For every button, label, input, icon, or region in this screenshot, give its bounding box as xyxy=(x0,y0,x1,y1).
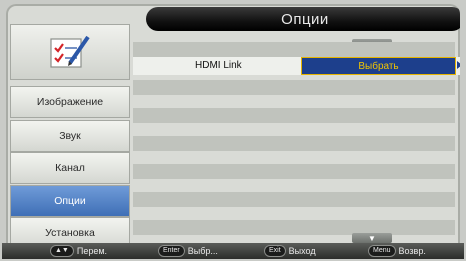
empty-row xyxy=(133,42,455,57)
exit-key-icon: Exit xyxy=(264,245,286,257)
enter-key-icon: Enter xyxy=(158,245,185,257)
empty-row xyxy=(133,192,455,207)
category-icon-tile xyxy=(10,24,130,80)
empty-row xyxy=(133,136,455,151)
empty-row xyxy=(133,220,455,235)
hint-exit: Exit Выход xyxy=(264,245,316,257)
menu-item-label: Опции xyxy=(54,195,86,207)
menu-key-icon: Menu xyxy=(368,245,396,257)
checklist-pencil-icon xyxy=(50,35,90,68)
options-list: HDMI Link Выбрать xyxy=(133,34,460,242)
setting-row-hdmi-link[interactable]: HDMI Link Выбрать xyxy=(133,57,460,75)
page-title: Опции xyxy=(281,10,329,28)
arrow-right-icon[interactable] xyxy=(457,61,460,69)
setting-value-text: Выбрать xyxy=(358,60,399,72)
hint-label: Выбр... xyxy=(187,246,218,256)
arrow-down-icon: ▼ xyxy=(368,233,376,243)
menu-item-label: Звук xyxy=(59,130,81,142)
menu-item-channel[interactable]: Канал xyxy=(10,152,130,184)
hint-select: Enter Выбр... xyxy=(158,245,218,257)
hint-navigate: ▲▼ Перем. xyxy=(50,245,107,257)
setting-label: HDMI Link xyxy=(195,60,242,71)
menu-item-sound[interactable]: Звук xyxy=(10,120,130,152)
page-title-bar: Опции xyxy=(146,7,460,31)
menu-item-label: Канал xyxy=(55,162,85,174)
hint-label: Перем. xyxy=(76,246,108,256)
scroll-down-button[interactable]: ▼ xyxy=(352,233,392,243)
sidebar-menu: Изображение Звук Канал Опции Установка xyxy=(8,6,132,249)
hint-label: Возвр. xyxy=(398,246,426,256)
osd-window: Опции Изображение Звук Канал Опции Устан… xyxy=(6,4,460,256)
menu-item-options[interactable]: Опции xyxy=(10,185,130,217)
key-hint-bar: ▲▼ Перем. Enter Выбр... Exit Выход Menu … xyxy=(2,243,464,259)
hint-label: Выход xyxy=(288,246,316,256)
setting-value-select[interactable]: Выбрать xyxy=(301,57,456,75)
hint-back: Menu Возвр. xyxy=(368,245,426,257)
menu-item-label: Изображение xyxy=(36,96,104,108)
updown-key-icon: ▲▼ xyxy=(50,245,74,257)
menu-item-label: Установка xyxy=(45,227,95,239)
empty-row xyxy=(133,80,455,95)
menu-item-picture[interactable]: Изображение xyxy=(10,86,130,118)
empty-row xyxy=(133,164,455,179)
empty-row xyxy=(133,108,455,123)
